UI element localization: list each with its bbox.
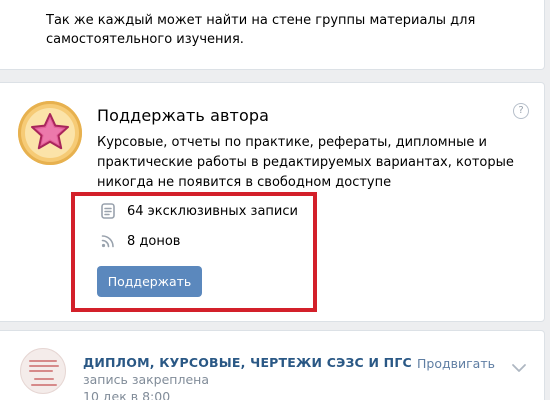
donors-label: 8 донов: [127, 233, 181, 249]
help-icon[interactable]: ?: [513, 103, 529, 119]
wall-post-card: Так же каждый может найти на стене групп…: [0, 0, 545, 70]
donut-title: Поддержать автора: [97, 106, 270, 125]
exclusive-posts-label: 64 эксклюзивных записи: [127, 203, 298, 219]
donut-description: Курсовые, отчеты по практике, рефераты, …: [97, 135, 514, 190]
group-avatar[interactable]: [20, 348, 66, 394]
document-icon: [99, 202, 117, 220]
chevron-down-icon[interactable]: [511, 358, 527, 377]
donut-card: Поддержать автора ? Курсовые, отчеты по …: [0, 82, 545, 322]
star-badge-icon: [18, 101, 82, 165]
exclusive-posts-row: 64 эксклюзивных записи: [99, 202, 298, 220]
donors-row: 8 донов: [99, 232, 180, 250]
pinned-post-card: ДИПЛОМ, КУРСОВЫЕ, ЧЕРТЕЖИ СЭЗС И ПГС зап…: [0, 330, 545, 400]
pinned-label: запись закреплена: [83, 372, 209, 387]
rss-icon: [99, 232, 117, 250]
promote-button[interactable]: Продвигать: [417, 356, 495, 371]
post-date-link[interactable]: 10 дек в 8:00: [83, 389, 170, 400]
post-text: Так же каждый может найти на стене групп…: [46, 13, 476, 47]
support-button[interactable]: Поддержать: [97, 266, 202, 297]
group-name-link[interactable]: ДИПЛОМ, КУРСОВЫЕ, ЧЕРТЕЖИ СЭЗС И ПГС: [83, 355, 412, 370]
